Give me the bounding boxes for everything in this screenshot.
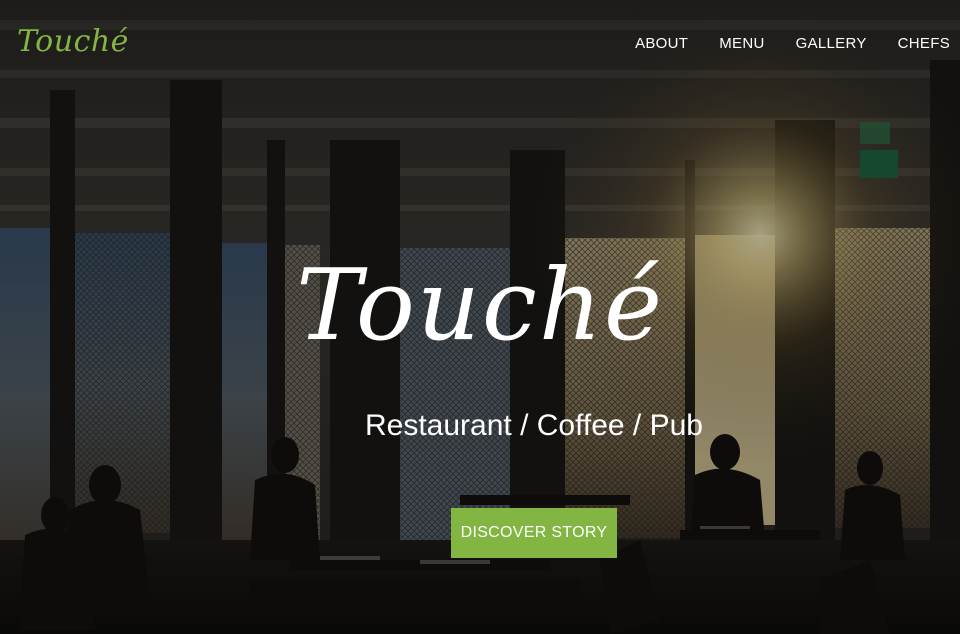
hero-subtitle: Restaurant / Coffee / Pub [365, 409, 703, 442]
main-nav: ABOUT MENU GALLERY CHEFS [604, 34, 950, 54]
nav-item-about[interactable]: ABOUT [604, 34, 688, 54]
hero-title: Touché [296, 249, 664, 363]
nav-item-gallery[interactable]: GALLERY [765, 34, 867, 54]
nav-item-menu[interactable]: MENU [688, 34, 764, 54]
hero-section: Touché ABOUT MENU GALLERY CHEFS Touché R… [0, 0, 960, 634]
nav-item-chefs[interactable]: CHEFS [867, 34, 950, 54]
discover-story-button[interactable]: DISCOVER STORY [451, 508, 617, 558]
brand-logo[interactable]: Touché [17, 22, 129, 62]
